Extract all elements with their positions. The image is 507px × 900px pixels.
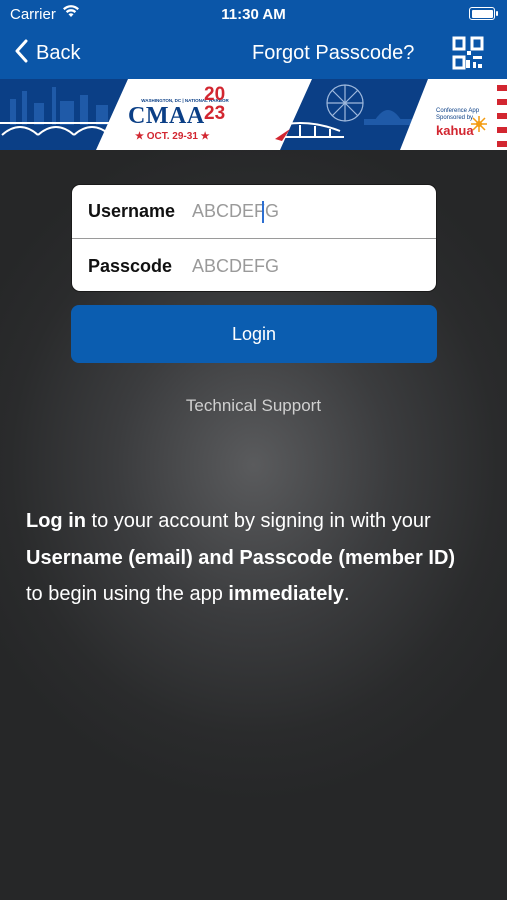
forgot-passcode-button[interactable]: Forgot Passcode? xyxy=(252,42,414,65)
instructions-text-2: to begin using the app xyxy=(26,583,229,605)
navigation-bar: Carrier 11:30 AM Back Forgot Passcode? xyxy=(0,0,507,79)
instructions-bold-1: Log in xyxy=(26,510,86,532)
technical-support-link[interactable]: Technical Support xyxy=(0,396,507,416)
clock: 11:30 AM xyxy=(221,6,286,23)
login-button[interactable]: Login xyxy=(71,305,437,363)
username-input[interactable] xyxy=(192,201,392,222)
sponsor-line-1: Conference App xyxy=(436,108,480,114)
battery-icon xyxy=(469,7,498,20)
instructions-bold-3: immediately xyxy=(228,583,344,605)
login-form: Username Passcode xyxy=(71,184,437,292)
sponsor-text: Conference App Sponsored by xyxy=(436,108,479,122)
instructions-text-3: . xyxy=(344,583,350,605)
username-label: Username xyxy=(88,201,176,221)
conference-banner: WASHINGTON, DC | NATIONAL HARBOR CMAA 20… xyxy=(0,79,507,150)
banner-title: CMAA xyxy=(128,103,205,129)
instructions-text-1: to your account by signing in with your xyxy=(85,510,431,532)
status-bar: Carrier 11:30 AM xyxy=(0,0,507,28)
passcode-row: Passcode xyxy=(72,239,436,291)
qr-code-icon[interactable] xyxy=(452,36,484,70)
text-cursor xyxy=(262,201,264,223)
login-instructions: Log in to your account by signing in wit… xyxy=(26,503,466,613)
sponsor-name: kahua xyxy=(436,123,474,138)
banner-dates: ★ OCT. 29-31 ★ xyxy=(135,131,210,142)
chevron-left-icon xyxy=(14,39,28,68)
back-button[interactable]: Back xyxy=(14,38,80,68)
back-label: Back xyxy=(36,41,81,64)
banner-year-bottom: 23 xyxy=(204,103,226,124)
username-row: Username xyxy=(72,185,436,239)
instructions-bold-2: Username (email) and Passcode (member ID… xyxy=(26,546,456,569)
passcode-label: Passcode xyxy=(88,255,173,276)
banner-year-top: 20 xyxy=(204,84,226,105)
passcode-input[interactable] xyxy=(192,255,392,277)
banner-artwork xyxy=(0,79,507,150)
sponsor-line-2: Sponsored by xyxy=(436,115,474,121)
